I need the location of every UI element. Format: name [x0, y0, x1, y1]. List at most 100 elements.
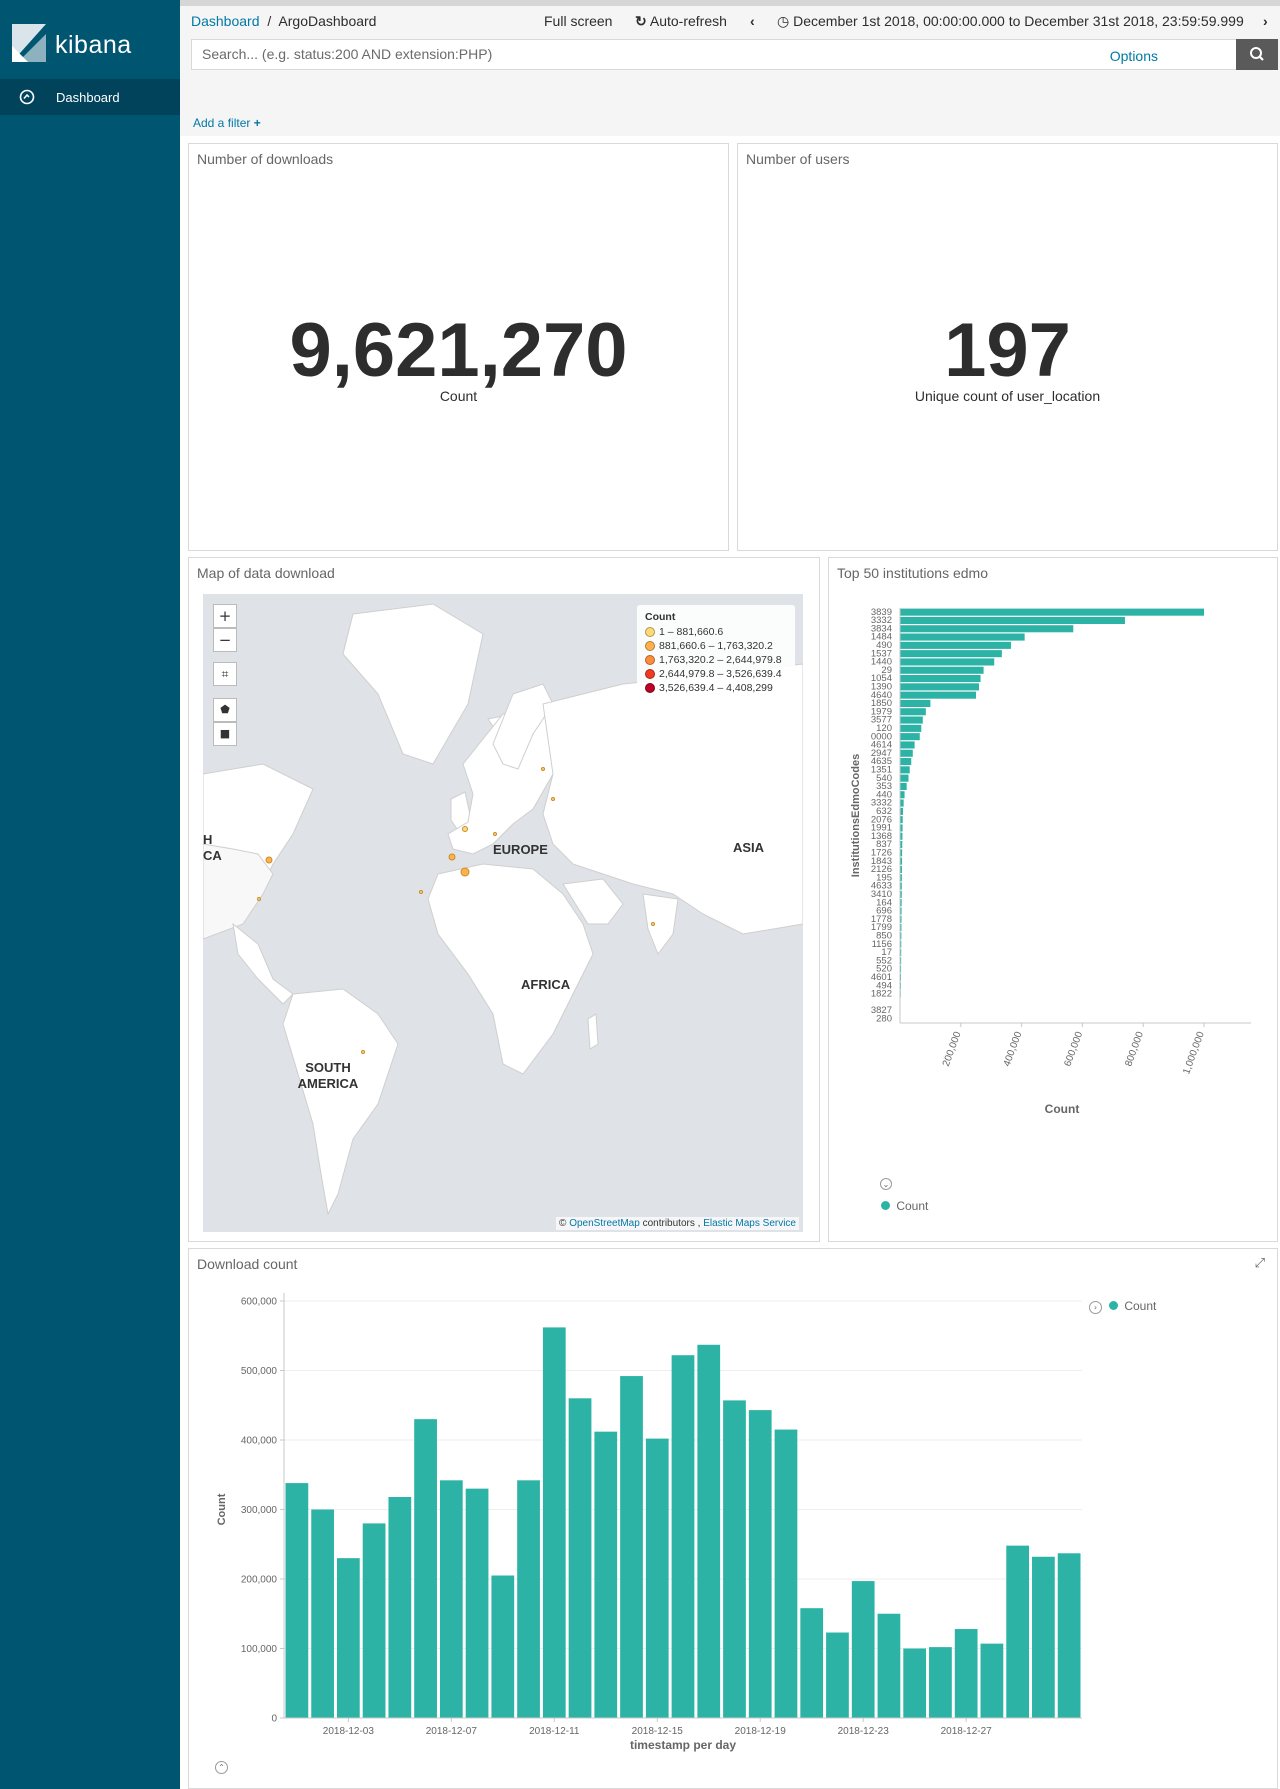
bar[interactable]	[900, 766, 910, 774]
zoom-out-button[interactable]: −	[213, 628, 237, 652]
legend-toggle-icon[interactable]: ⌄	[880, 1178, 892, 1190]
app-name: kibana	[55, 31, 132, 59]
bar[interactable]	[900, 749, 913, 757]
bar[interactable]	[491, 1575, 515, 1718]
bar[interactable]	[465, 1488, 489, 1718]
map-point[interactable]	[265, 856, 273, 864]
x-tick-label: 2018-12-23	[838, 1726, 890, 1737]
bar[interactable]	[900, 782, 907, 790]
time-picker-button[interactable]: ◷ December 1st 2018, 00:00:00.000 to Dec…	[777, 13, 1244, 30]
bar[interactable]	[285, 1483, 309, 1718]
bar[interactable]	[774, 1429, 798, 1718]
bar[interactable]	[900, 758, 912, 766]
bar[interactable]	[851, 1581, 875, 1718]
bar[interactable]	[900, 799, 904, 807]
legend-toggle-icon[interactable]: ⌃	[215, 1761, 228, 1774]
bar[interactable]	[439, 1480, 463, 1718]
bar[interactable]	[900, 724, 922, 732]
bar[interactable]	[900, 616, 1125, 624]
map-point[interactable]	[551, 797, 555, 801]
bar[interactable]	[980, 1643, 1004, 1718]
bar[interactable]	[900, 683, 980, 691]
bar[interactable]	[929, 1647, 952, 1718]
bar[interactable]	[900, 625, 1074, 633]
map-canvas[interactable]: EUROPE ASIA AFRICA SOUTH AMERICA H CA + …	[203, 594, 803, 1232]
fit-bounds-icon[interactable]: ⌗	[213, 662, 237, 686]
map-point[interactable]	[448, 853, 456, 861]
bar[interactable]	[900, 733, 920, 741]
breadcrumb-dashboard-link[interactable]: Dashboard	[191, 13, 260, 29]
bar[interactable]	[900, 608, 1204, 616]
auto-refresh-button[interactable]: ↻ Auto-refresh	[635, 13, 727, 30]
bar[interactable]	[877, 1613, 901, 1718]
search-input[interactable]	[202, 46, 1102, 62]
options-button[interactable]: Options	[1110, 48, 1158, 64]
bar[interactable]	[900, 691, 976, 699]
bar[interactable]	[900, 666, 984, 674]
bar[interactable]	[900, 658, 995, 666]
sidebar-item-dashboard[interactable]: Dashboard	[0, 79, 180, 115]
map-point[interactable]	[651, 922, 655, 926]
bar[interactable]	[594, 1431, 618, 1718]
bar[interactable]	[311, 1509, 334, 1719]
bar[interactable]	[517, 1480, 540, 1718]
bar[interactable]	[900, 699, 931, 707]
bar[interactable]	[900, 708, 926, 716]
chart-legend[interactable]: Count	[881, 1199, 928, 1213]
bar[interactable]	[414, 1419, 437, 1718]
y-axis-title: Count	[216, 1493, 228, 1525]
bar[interactable]	[697, 1344, 721, 1718]
map-point[interactable]	[419, 890, 423, 894]
map-point[interactable]	[541, 767, 545, 771]
bar[interactable]	[671, 1355, 695, 1718]
bar[interactable]	[388, 1496, 412, 1718]
bar[interactable]	[542, 1327, 566, 1718]
draw-polygon-icon[interactable]: ⬟	[213, 698, 237, 722]
search-button[interactable]	[1236, 39, 1278, 70]
openstreetmap-link[interactable]: OpenStreetMap	[569, 1218, 640, 1229]
bar[interactable]	[336, 1558, 360, 1718]
bar[interactable]	[800, 1608, 824, 1718]
download-count-bar-chart: 0 100,000 200,000 300,000 400,000 500,000 600,…	[216, 1293, 1082, 1752]
bar[interactable]	[1032, 1556, 1055, 1718]
bar[interactable]	[362, 1523, 386, 1718]
bar[interactable]	[900, 633, 1025, 641]
breadcrumb-separator: /	[267, 13, 272, 29]
x-tick-label: 2018-12-27	[941, 1726, 993, 1737]
draw-rectangle-icon[interactable]: ■	[213, 722, 237, 746]
bar[interactable]	[900, 716, 923, 724]
bar[interactable]	[900, 675, 981, 683]
bar[interactable]	[900, 774, 909, 782]
bar[interactable]	[1057, 1553, 1081, 1718]
kibana-logo[interactable]: kibana	[0, 6, 180, 78]
bar[interactable]	[954, 1629, 978, 1718]
bar[interactable]	[723, 1400, 746, 1718]
bar[interactable]	[748, 1410, 772, 1718]
add-filter-button[interactable]: Add a filter +	[193, 116, 261, 130]
elastic-maps-link[interactable]: Elastic Maps Service	[703, 1218, 796, 1229]
legend-item: 1,763,320.2 – 2,644,979.8	[645, 653, 787, 667]
legend-toggle-icon[interactable]: ›	[1089, 1301, 1102, 1314]
chart-legend[interactable]: Count	[1109, 1299, 1156, 1313]
map-point[interactable]	[257, 897, 261, 901]
bar[interactable]	[645, 1438, 669, 1718]
full-screen-button[interactable]: Full screen	[544, 13, 612, 29]
bar[interactable]	[568, 1398, 592, 1718]
bar[interactable]	[903, 1648, 927, 1719]
map-point[interactable]	[462, 826, 468, 832]
bar[interactable]	[1006, 1545, 1030, 1718]
bar[interactable]	[900, 650, 1002, 658]
legend-range: 2,644,979.8 – 3,526,639.4	[659, 668, 782, 680]
bar[interactable]	[900, 791, 905, 799]
map-point[interactable]	[460, 867, 470, 877]
bar[interactable]	[620, 1376, 643, 1718]
bar[interactable]	[826, 1632, 849, 1718]
bar[interactable]	[900, 741, 915, 749]
bar[interactable]	[900, 641, 1011, 649]
x-tick-label: 1,000,000	[1181, 1030, 1207, 1076]
zoom-in-button[interactable]: +	[213, 604, 237, 628]
map-point[interactable]	[361, 1050, 365, 1054]
chevron-left-icon[interactable]: ‹	[750, 13, 755, 29]
map-point[interactable]	[493, 832, 497, 836]
chevron-right-icon[interactable]: ›	[1263, 13, 1268, 29]
